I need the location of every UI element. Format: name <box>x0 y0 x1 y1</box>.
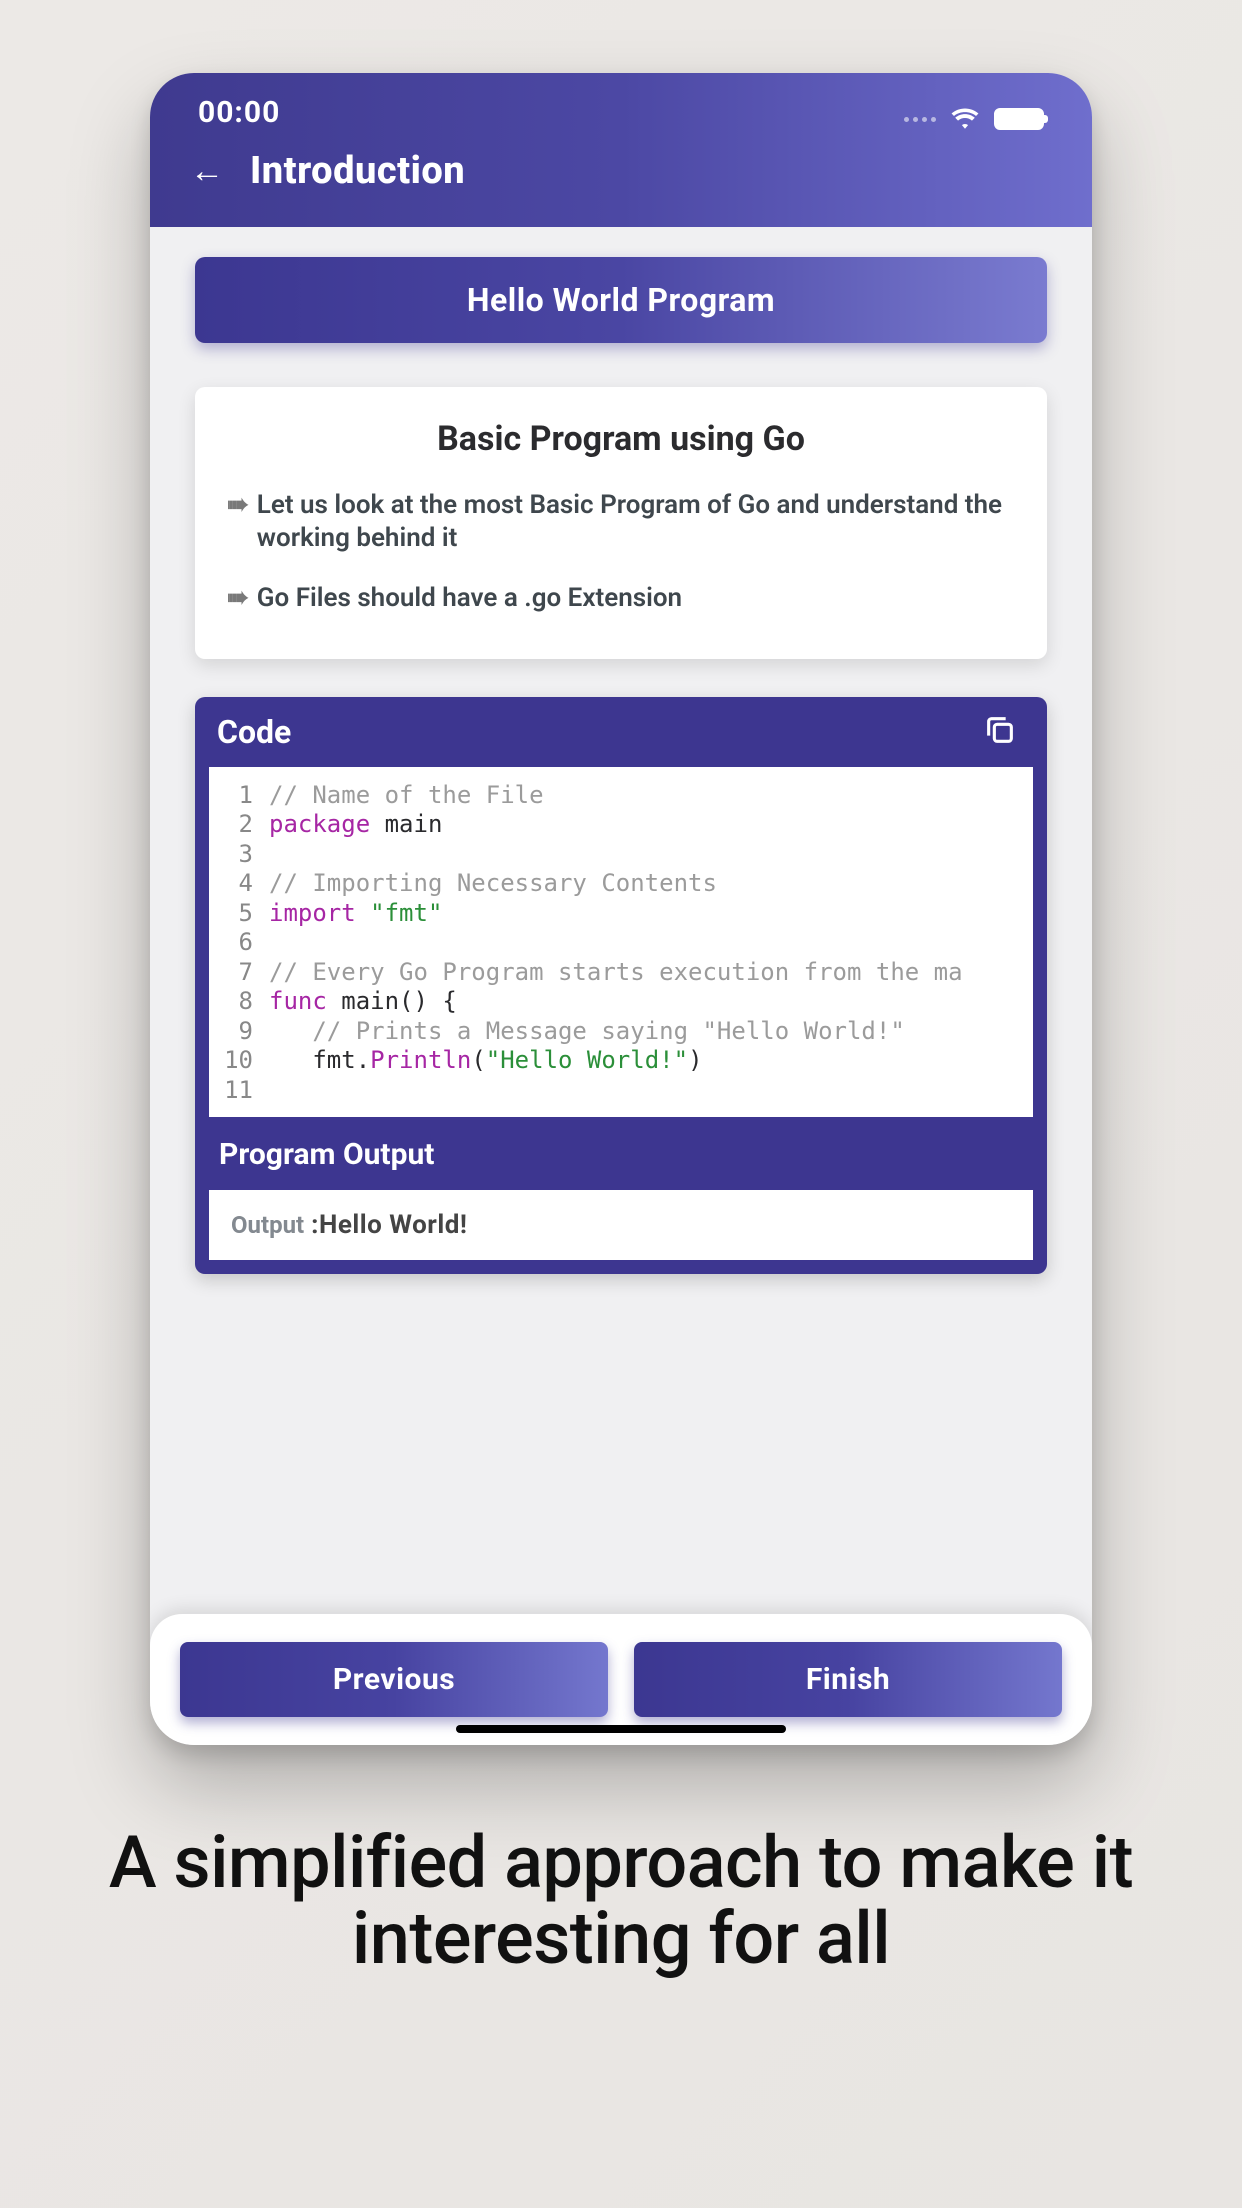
output-label: Output <box>231 1211 304 1239</box>
code-title: Code <box>217 713 291 751</box>
code-card: Code 1// Name of the File2package main34… <box>195 697 1047 1275</box>
status-time: 00:00 <box>198 95 280 130</box>
arrow-icon: ➠ <box>227 489 249 556</box>
app-bar: ← Introduction <box>150 130 1092 227</box>
info-bullet-text: Let us look at the most Basic Program of… <box>257 489 1015 556</box>
page-title: Introduction <box>250 149 465 193</box>
info-bullet: ➠ Go Files should have a .go Extension <box>227 582 1015 615</box>
info-bullet: ➠ Let us look at the most Basic Program … <box>227 489 1015 556</box>
back-arrow-icon[interactable]: ← <box>190 151 224 191</box>
arrow-icon: ➠ <box>227 582 249 615</box>
marketing-tagline: A simplified approach to make it interes… <box>0 1825 1242 1976</box>
output-title: Program Output <box>195 1117 1047 1190</box>
lesson-banner: Hello World Program <box>195 257 1047 343</box>
code-body[interactable]: 1// Name of the File2package main34// Im… <box>209 767 1033 1118</box>
previous-button[interactable]: Previous <box>180 1642 608 1717</box>
wifi-icon <box>950 108 980 130</box>
phone-frame: 00:00 ← Introduction Hello World Program… <box>150 73 1092 1745</box>
output-body: Output :Hello World! <box>209 1190 1033 1260</box>
status-bar: 00:00 <box>150 73 1092 130</box>
output-value: :Hello World! <box>304 1210 467 1240</box>
signal-dots-icon <box>904 117 936 122</box>
bottom-nav: Previous Finish <box>150 1614 1092 1745</box>
battery-icon <box>994 108 1044 130</box>
info-card: Basic Program using Go ➠ Let us look at … <box>195 387 1047 659</box>
copy-icon[interactable] <box>983 713 1017 751</box>
status-icons <box>904 108 1044 130</box>
info-bullet-text: Go Files should have a .go Extension <box>257 582 682 615</box>
info-title: Basic Program using Go <box>227 419 1015 459</box>
home-indicator[interactable] <box>456 1725 786 1733</box>
finish-button[interactable]: Finish <box>634 1642 1062 1717</box>
